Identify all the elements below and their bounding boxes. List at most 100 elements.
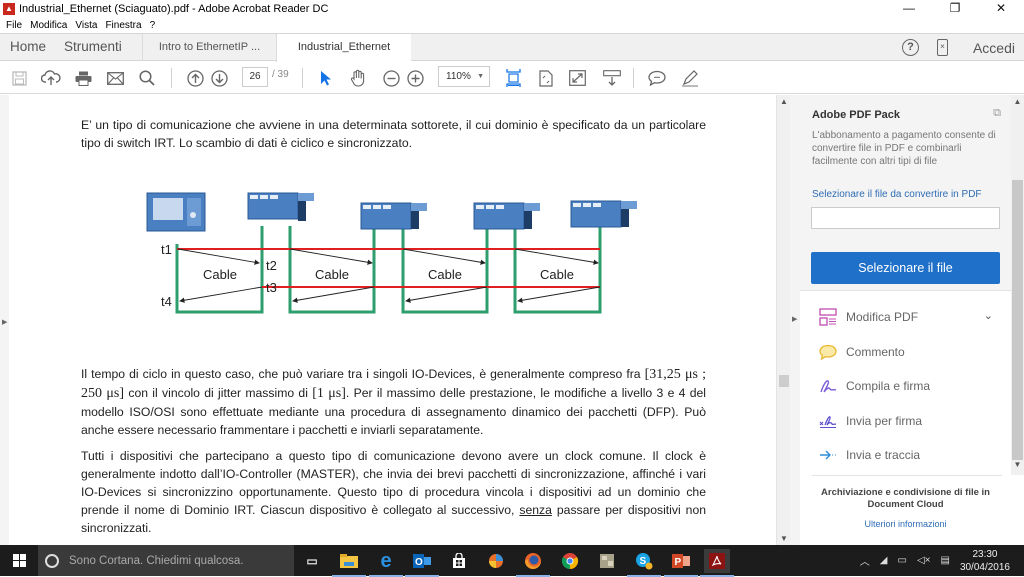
- scroll-down-icon[interactable]: ▼: [1011, 460, 1024, 469]
- chrome-icon[interactable]: [557, 549, 583, 573]
- left-panel-toggle[interactable]: ▶: [0, 95, 9, 545]
- fullscreen-icon[interactable]: [567, 68, 587, 88]
- acrobat-app-icon: ▲: [3, 3, 15, 15]
- scroll-up-icon[interactable]: ▲: [1011, 97, 1024, 106]
- return-arrow-3: [405, 286, 488, 303]
- tab-label: Intro to EthernetIP ...: [158, 41, 261, 53]
- menu-bar: File Modifica Vista Finestra ?: [0, 18, 1024, 33]
- firefox-icon[interactable]: [516, 549, 550, 577]
- page-down-icon[interactable]: [209, 68, 229, 88]
- svg-text:O: O: [415, 557, 423, 568]
- select-file-button[interactable]: Selezionare il file: [811, 252, 1000, 284]
- fit-page-icon[interactable]: [503, 68, 523, 88]
- system-tray: ︿ ◢ ▭ ◁× ▤ 23:30 30/04/2016: [860, 545, 1024, 576]
- wifi-icon[interactable]: ◢: [880, 555, 888, 566]
- tool-send-for-signature[interactable]: Invia per firma: [800, 404, 1011, 439]
- window-title: Industrial_Ethernet (Sciaguato).pdf - Ad…: [19, 3, 329, 15]
- cortana-search-box[interactable]: Sono Cortana. Chiedimi qualcosa.: [38, 545, 294, 576]
- search-icon[interactable]: [137, 68, 157, 88]
- acrobat-icon[interactable]: [700, 549, 734, 577]
- select-file-link[interactable]: Selezionare il file da convertire in PDF: [812, 189, 982, 200]
- print-icon[interactable]: [73, 68, 93, 88]
- document-cloud-text: Archiviazione e condivisione di file in …: [821, 487, 990, 510]
- store-icon[interactable]: [446, 549, 472, 573]
- highlight-pen-icon[interactable]: [679, 68, 701, 88]
- file-explorer-icon[interactable]: [332, 549, 366, 577]
- scroll-down-icon[interactable]: ▼: [777, 534, 791, 543]
- panel-scrollbar-thumb[interactable]: [1012, 180, 1023, 460]
- mobile-link-icon[interactable]: ×: [936, 39, 948, 56]
- page-total: / 39: [272, 69, 289, 80]
- more-info-link[interactable]: Ulteriori informazioni: [800, 519, 1011, 529]
- file-input[interactable]: [811, 207, 1000, 229]
- label-t1: t1: [161, 242, 172, 257]
- app-grey-icon[interactable]: [594, 549, 620, 573]
- app-circle-icon[interactable]: [483, 549, 509, 573]
- sign-in-button[interactable]: Accedi: [973, 40, 1015, 56]
- task-view-icon[interactable]: ▭: [299, 549, 325, 573]
- right-panel-toggle[interactable]: ▶: [790, 95, 800, 545]
- notifications-icon[interactable]: ▤: [940, 555, 949, 566]
- chevron-down-icon[interactable]: ⌄: [984, 309, 993, 322]
- time: 23:30: [972, 548, 998, 560]
- scroll-up-icon[interactable]: ▲: [777, 97, 791, 106]
- zoom-in-icon[interactable]: [405, 68, 425, 88]
- menu-vista[interactable]: Vista: [75, 20, 97, 31]
- tools-list: Modifica PDF ⌄ Commento Compila e firma …: [800, 300, 1011, 473]
- menu-file[interactable]: File: [6, 20, 22, 31]
- tab-document-intro[interactable]: Intro to EthernetIP ...: [142, 34, 276, 61]
- cable-label-2: Cable: [315, 267, 349, 282]
- tab-document-industrial[interactable]: Industrial_Ethernet ...×: [276, 34, 411, 79]
- tool-label: Invia e traccia: [846, 448, 921, 463]
- scroll-mode-icon[interactable]: [601, 68, 623, 88]
- upload-cloud-icon[interactable]: [40, 68, 62, 88]
- tab-tools[interactable]: Strumenti: [64, 34, 122, 61]
- tool-edit-pdf[interactable]: Modifica PDF ⌄: [800, 300, 1011, 335]
- show-hidden-icon[interactable]: ︿: [860, 553, 870, 568]
- comment-icon[interactable]: [646, 68, 668, 88]
- select-cursor-icon[interactable]: [316, 68, 336, 88]
- right-tools-panel: Adobe PDF Pack ⧉ L'abbonamento a pagamen…: [800, 95, 1011, 545]
- outlook-icon[interactable]: O: [405, 549, 439, 577]
- start-button[interactable]: [0, 545, 38, 576]
- skype-icon[interactable]: S: [627, 549, 661, 577]
- pack-description: L'abbonamento a pagamento consente di co…: [812, 130, 996, 167]
- tab-home[interactable]: Home: [10, 34, 46, 61]
- minimize-button[interactable]: —: [886, 0, 932, 18]
- hand-icon[interactable]: [347, 68, 369, 88]
- battery-icon[interactable]: ▭: [898, 555, 907, 566]
- menu-finestra[interactable]: Finestra: [105, 20, 141, 31]
- tool-comment[interactable]: Commento: [800, 335, 1011, 370]
- mail-icon[interactable]: [105, 68, 125, 88]
- search-placeholder: Sono Cortana. Chiedimi qualcosa.: [69, 554, 244, 567]
- menu-modifica[interactable]: Modifica: [30, 20, 67, 31]
- scrollbar-thumb[interactable]: [779, 375, 789, 387]
- io-device-2: [360, 202, 427, 230]
- edge-icon[interactable]: e: [369, 549, 403, 577]
- powerpoint-icon[interactable]: P: [664, 549, 698, 577]
- volume-muted-icon[interactable]: ◁×: [917, 555, 931, 566]
- title-bar: ▲ Industrial_Ethernet (Sciaguato).pdf - …: [0, 0, 1024, 18]
- cable-label-3: Cable: [428, 267, 462, 282]
- save-icon[interactable]: [9, 68, 29, 88]
- restore-button[interactable]: ❐: [932, 0, 978, 18]
- svg-text:S: S: [640, 556, 647, 567]
- close-window-button[interactable]: ✕: [978, 0, 1024, 18]
- tool-send-track[interactable]: Invia e traccia: [800, 438, 1011, 473]
- document-scrollbar[interactable]: ▲ ▼: [776, 95, 790, 545]
- cable-label-1: Cable: [203, 267, 237, 282]
- help-icon[interactable]: ?: [901, 39, 919, 56]
- page-number-input[interactable]: 26: [242, 67, 268, 87]
- zoom-level-select[interactable]: 110% ▼: [438, 66, 490, 87]
- panel-scrollbar[interactable]: ▲ ▼: [1011, 95, 1024, 475]
- zoom-out-icon[interactable]: [381, 68, 401, 88]
- cable-label-4: Cable: [540, 267, 574, 282]
- cloud-docs-icon[interactable]: ⧉: [993, 107, 1001, 120]
- clock[interactable]: 23:30 30/04/2016: [960, 548, 1010, 574]
- menu-help[interactable]: ?: [150, 20, 156, 31]
- page-up-icon[interactable]: [185, 68, 205, 88]
- comment-icon: [818, 343, 838, 361]
- pack-title: Adobe PDF Pack: [812, 109, 901, 121]
- rotate-icon[interactable]: [536, 68, 556, 88]
- tool-fill-sign[interactable]: Compila e firma: [800, 369, 1011, 404]
